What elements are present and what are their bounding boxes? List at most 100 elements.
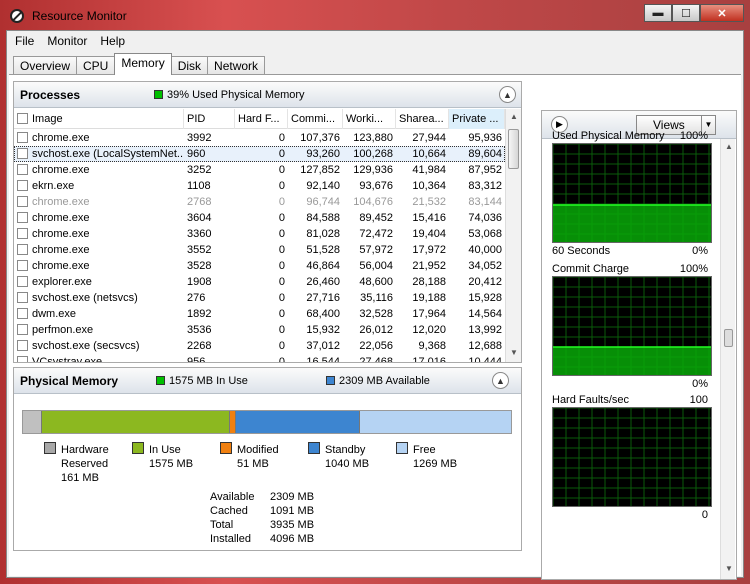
table-row[interactable]: perfmon.exe 3536 0 15,932 26,012 12,020 13,992 [14,322,505,338]
table-row[interactable]: svchost.exe (secsvcs) 2268 0 37,012 22,056 9,… [14,338,505,354]
minimize-button[interactable]: ▬ [644,4,672,22]
tab-disk[interactable]: Disk [170,56,209,75]
collapse-physical-memory-button[interactable]: ▲ [492,372,509,389]
row-checkbox[interactable] [17,324,28,335]
graph-min-label: 0% [692,378,708,390]
cell-pid: 2268 [187,340,212,352]
processes-scrollbar[interactable]: ▲ ▼ [505,109,521,362]
row-checkbox[interactable] [17,308,28,319]
menu-help[interactable]: Help [95,34,130,48]
process-image: chrome.exe [32,132,90,144]
row-checkbox[interactable] [17,212,28,223]
scroll-thumb[interactable] [508,129,519,169]
title-bar[interactable]: Resource Monitor ▬ ☐ ✕ [0,0,750,32]
close-button[interactable]: ✕ [700,4,744,22]
cell-commit: 15,932 [306,324,340,336]
table-row[interactable]: chrome.exe 3252 0 127,852 129,936 41,984 87,95… [14,162,505,178]
col-private[interactable]: Private ... [449,109,505,129]
graphs-scroll-up-icon[interactable]: ▲ [721,139,737,155]
cell-working-set: 56,004 [359,260,393,272]
cell-commit: 51,528 [306,244,340,256]
graphs-scroll-thumb[interactable] [724,329,733,347]
table-row[interactable]: chrome.exe 3528 0 46,864 56,004 21,952 34,052 [14,258,505,274]
row-checkbox[interactable] [17,196,28,207]
cell-working-set: 22,056 [359,340,393,352]
cell-image: chrome.exe [14,194,184,210]
physical-memory-header[interactable]: Physical Memory 1575 MB In Use 2309 MB A… [14,368,521,394]
legend-label: Standby [325,444,366,456]
tab-overview[interactable]: Overview [13,56,78,75]
legend-value: 1269 MB [413,458,458,470]
select-all-checkbox[interactable] [17,113,28,124]
row-checkbox[interactable] [17,228,28,239]
stat-label: Cached [210,505,248,517]
scroll-up-arrow-icon[interactable]: ▲ [506,109,522,125]
stat-available: Available 2309 MB [210,490,314,504]
tab-strip: Overview CPU Memory Disk Network [13,53,266,75]
graph-used-physical-memory [552,143,712,243]
process-image: ekrn.exe [32,180,75,192]
table-row[interactable]: ekrn.exe 1108 0 92,140 93,676 10,364 83,312 [14,178,505,194]
cell-hard-faults: 0 [278,308,285,320]
scroll-down-arrow-icon[interactable]: ▼ [506,345,522,361]
col-shareable[interactable]: Sharea... [396,109,449,129]
cell-commit: 68,400 [306,308,340,320]
cell-shareable: 17,964 [412,308,446,320]
row-checkbox[interactable] [17,276,28,287]
row-checkbox[interactable] [17,340,28,351]
col-commit[interactable]: Commi... [288,109,343,129]
col-image[interactable]: Image [14,109,184,129]
menu-file[interactable]: File [10,34,39,48]
menu-monitor[interactable]: Monitor [42,34,92,48]
table-row[interactable]: explorer.exe 1908 0 26,460 48,600 28,188 20,41… [14,274,505,290]
row-checkbox[interactable] [17,164,28,175]
cell-private: 15,928 [468,292,502,304]
collapse-processes-button[interactable]: ▲ [499,86,516,103]
table-row[interactable]: svchost.exe (netsvcs) 276 0 27,716 35,116 19,… [14,290,505,306]
row-checkbox[interactable] [17,132,28,143]
window-title: Resource Monitor [32,9,127,23]
process-image: chrome.exe [32,244,90,256]
stat-label: Available [210,491,255,503]
graphs-scrollbar[interactable]: ▲ ▼ [720,139,735,579]
row-checkbox[interactable] [17,292,28,303]
row-checkbox[interactable] [17,356,28,362]
cell-pid: 1108 [187,180,211,192]
table-row[interactable]: chrome.exe 3604 0 84,588 89,452 15,416 74,036 [14,210,505,226]
cell-image: chrome.exe [14,130,184,146]
table-row[interactable]: chrome.exe 3992 0 107,376 123,880 27,944 95,93… [14,130,505,146]
maximize-button[interactable]: ☐ [672,4,700,22]
cell-shareable: 17,016 [412,356,446,362]
cell-hard-faults: 0 [278,180,285,192]
processes-header[interactable]: Processes 39% Used Physical Memory ▲ [14,82,521,108]
cell-image: svchost.exe (LocalSystemNet... [14,146,184,162]
table-row[interactable]: chrome.exe 2768 0 96,744 104,676 21,532 83,144 [14,194,505,210]
tab-cpu[interactable]: CPU [76,56,116,75]
cell-private: 53,068 [468,228,502,240]
table-row[interactable]: chrome.exe 3552 0 51,528 57,972 17,972 40,000 [14,242,505,258]
row-checkbox[interactable] [17,244,28,255]
tab-memory[interactable]: Memory [114,53,172,75]
col-working-set[interactable]: Worki... [343,109,396,129]
row-checkbox[interactable] [17,260,28,271]
table-row[interactable]: dwm.exe 1892 0 68,400 32,528 17,964 14,564 [14,306,505,322]
row-checkbox[interactable] [17,180,28,191]
cell-private: 83,144 [468,196,502,208]
cell-image: perfmon.exe [14,322,184,338]
bar-segment-hardware-reserved [23,411,43,433]
client-area: File Monitor Help Overview CPU Memory Di… [6,30,744,580]
col-hard-faults[interactable]: Hard F... [235,109,288,129]
bar-segment-in-use [42,411,230,433]
table-row[interactable]: svchost.exe (LocalSystemNet... 960 0 93,260… [14,146,505,162]
process-image: chrome.exe [32,228,90,240]
tab-network[interactable]: Network [207,56,266,75]
table-row[interactable]: chrome.exe 3360 0 81,028 72,472 19,404 53,068 [14,226,505,242]
row-checkbox[interactable] [17,148,28,159]
cell-pid: 2768 [187,196,212,208]
table-row[interactable]: VCsystray.exe 956 0 16,544 27,468 17,016 10,44… [14,354,505,362]
cell-working-set: 123,880 [353,132,393,144]
graphs-scroll-down-icon[interactable]: ▼ [721,561,737,577]
cell-image: explorer.exe [14,274,184,290]
memory-usage-bar [22,410,512,434]
col-pid[interactable]: PID [184,109,235,129]
